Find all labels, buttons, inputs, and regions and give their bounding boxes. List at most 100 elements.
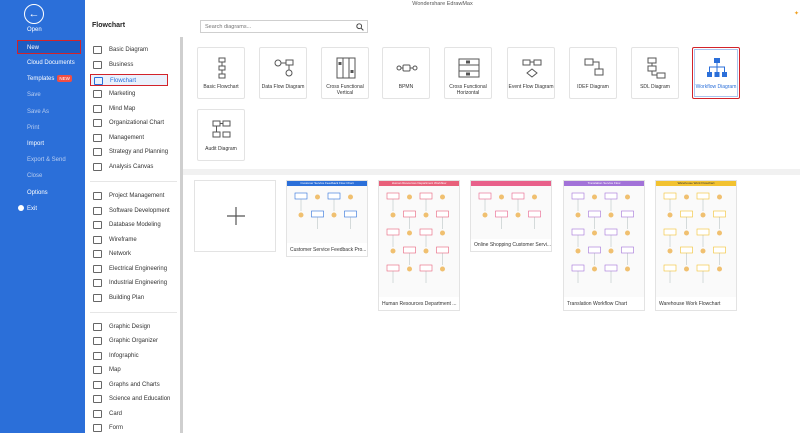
diagram-type-bpmn[interactable]: BPMN [382,47,430,99]
category-card[interactable]: Card [90,408,168,420]
category-label: Management [109,135,145,141]
diagram-types-panel: Basic Flowchart Data Flow Diagram Cross Fu… [183,37,800,169]
category-label: Strategy and Planning [109,149,169,155]
infographic-icon [93,352,102,360]
template-card[interactable]: Online Shopping Customer Servi... [470,180,552,252]
category-business[interactable]: Business [90,59,168,71]
industrial-icon [93,279,102,287]
template-header-bar: Warehouse Work Flowchart [656,181,736,186]
diagram-type-basic-flowchart[interactable]: Basic Flowchart [197,47,245,99]
diagram-type-sdl-diagram[interactable]: SDL Diagram [631,47,679,99]
nav-open-label: Open [27,27,42,33]
category-infographic[interactable]: Infographic [90,350,168,362]
diagram-type-data-flow-diagram[interactable]: Data Flow Diagram [259,47,307,99]
category-marketing[interactable]: Marketing [90,88,168,100]
electrical-icon [93,265,102,273]
strategy-icon [93,148,102,156]
category-analysis-canvas[interactable]: Analysis Canvas [90,161,168,173]
template-thumbnail: Translation Service Flow [564,181,644,297]
template-thumbnail: Human Resources Department Workflow [379,181,459,297]
category-map[interactable]: Map [90,364,168,376]
nav-print-label: Print [27,125,40,131]
diagram-type-event-flow-diagram[interactable]: Event Flow Diagram [507,47,555,99]
new-blank-diagram-button[interactable] [194,180,276,252]
nav-export-send-label: Export & Send [27,157,66,163]
template-header-bar: Human Resources Department Workflow [379,181,459,186]
diagram-type-label: BPMN [398,84,414,90]
diagram-type-audit-diagram[interactable]: Audit Diagram [197,109,245,161]
category-mind-map[interactable]: Mind Map [90,103,168,115]
main-content: Basic Flowchart Data Flow Diagram Cross Fu… [183,37,800,433]
category-label: Science and Education [109,396,171,402]
category-strategy-and-planning[interactable]: Strategy and Planning [90,146,168,158]
category-project-management[interactable]: Project Management [90,190,168,202]
nav-close[interactable]: Close [0,169,85,183]
category-management[interactable]: Management [90,132,168,144]
nav-cloud-documents[interactable]: Cloud Documents [0,56,85,70]
template-card[interactable]: Warehouse Work Flowchart Warehouse Work F… [655,180,737,311]
nav-import[interactable]: Import [0,137,85,151]
category-flowchart[interactable]: Flowchart [90,74,168,86]
category-label: Analysis Canvas [109,164,154,170]
nav-options[interactable]: Options [0,186,85,200]
template-header-bar: Customer Service Feedback Flow Chart [287,181,367,186]
category-label: Map [109,367,121,373]
nav-export-send[interactable]: Export & Send [0,153,85,167]
category-graphic-design[interactable]: Graphic Design [90,321,168,333]
template-card[interactable]: Translation Service Flow Translation Work… [563,180,645,311]
template-label: Translation Workflow Chart [567,301,628,307]
mind-map-icon [93,105,102,113]
category-building-plan[interactable]: Building Plan [90,292,168,304]
category-science-and-education[interactable]: Science and Education [90,393,171,405]
category-wireframe[interactable]: Wireframe [90,234,168,246]
back-arrow-icon[interactable]: ← [24,4,44,24]
diagram-type-label: Audit Diagram [205,146,237,152]
category-form[interactable]: Form [90,422,168,433]
nav-print[interactable]: Print [0,121,85,135]
nav-options-label: Options [27,190,48,196]
diagram-type-label: Data Flow Diagram [261,84,305,90]
template-label: Warehouse Work Flowchart [659,301,721,307]
search-box [200,20,368,33]
template-header-text: Translation Service Flow [587,181,621,185]
nav-cloud-documents-label: Cloud Documents [27,60,75,66]
diagram-type-label: Workflow Diagram [695,84,737,90]
search-icon[interactable] [356,23,364,31]
category-organizational-chart[interactable]: Organizational Chart [90,117,168,129]
category-electrical-engineering[interactable]: Electrical Engineering [90,263,168,275]
category-software-development[interactable]: Software Development [90,205,170,217]
business-icon [93,61,102,69]
nav-new[interactable]: New [17,40,81,54]
nav-exit[interactable]: Exit [0,202,85,216]
template-preview-icon [294,192,357,229]
left-nav: ← Open New Cloud Documents Templates NEW … [0,0,85,433]
diagram-type-cross-functional-horizontal[interactable]: Cross Functional Horizontal [444,47,492,99]
category-label: Infographic [109,353,139,359]
nav-save[interactable]: Save [0,88,85,102]
workflow-icon [707,58,727,77]
template-header-bar: Translation Service Flow [564,181,644,186]
search-input[interactable] [201,21,351,32]
category-graphs-and-charts[interactable]: Graphs and Charts [90,379,168,391]
diagram-type-workflow-diagram[interactable]: Workflow Diagram [692,47,740,99]
category-label: Wireframe [109,237,137,243]
nav-save-as[interactable]: Save As [0,105,85,119]
diagram-type-cross-functional-vertical[interactable]: Cross Functional Vertical [321,47,369,99]
template-card[interactable]: Human Resources Department Workflow Human… [378,180,460,311]
diagram-type-idef-diagram[interactable]: IDEF Diagram [569,47,617,99]
category-graphic-organizer[interactable]: Graphic Organizer [90,335,168,347]
template-card[interactable]: Customer Service Feedback Flow Chart Cust… [286,180,368,257]
category-basic-diagram[interactable]: Basic Diagram [90,44,168,56]
nav-templates[interactable]: Templates NEW [0,72,85,86]
category-database-modeling[interactable]: Database Modeling [90,219,168,231]
category-label: Network [109,251,132,257]
template-preview-icon [386,192,449,283]
template-preview-icon [571,192,634,283]
nav-open[interactable]: Open [0,23,85,37]
nav-new-label: New [27,45,40,51]
category-network[interactable]: Network [90,248,168,260]
category-label: Form [109,425,123,431]
category-industrial-engineering[interactable]: Industrial Engineering [90,277,168,289]
notification-icon[interactable]: ✦ [794,10,800,17]
nav-save-label: Save [27,92,41,98]
